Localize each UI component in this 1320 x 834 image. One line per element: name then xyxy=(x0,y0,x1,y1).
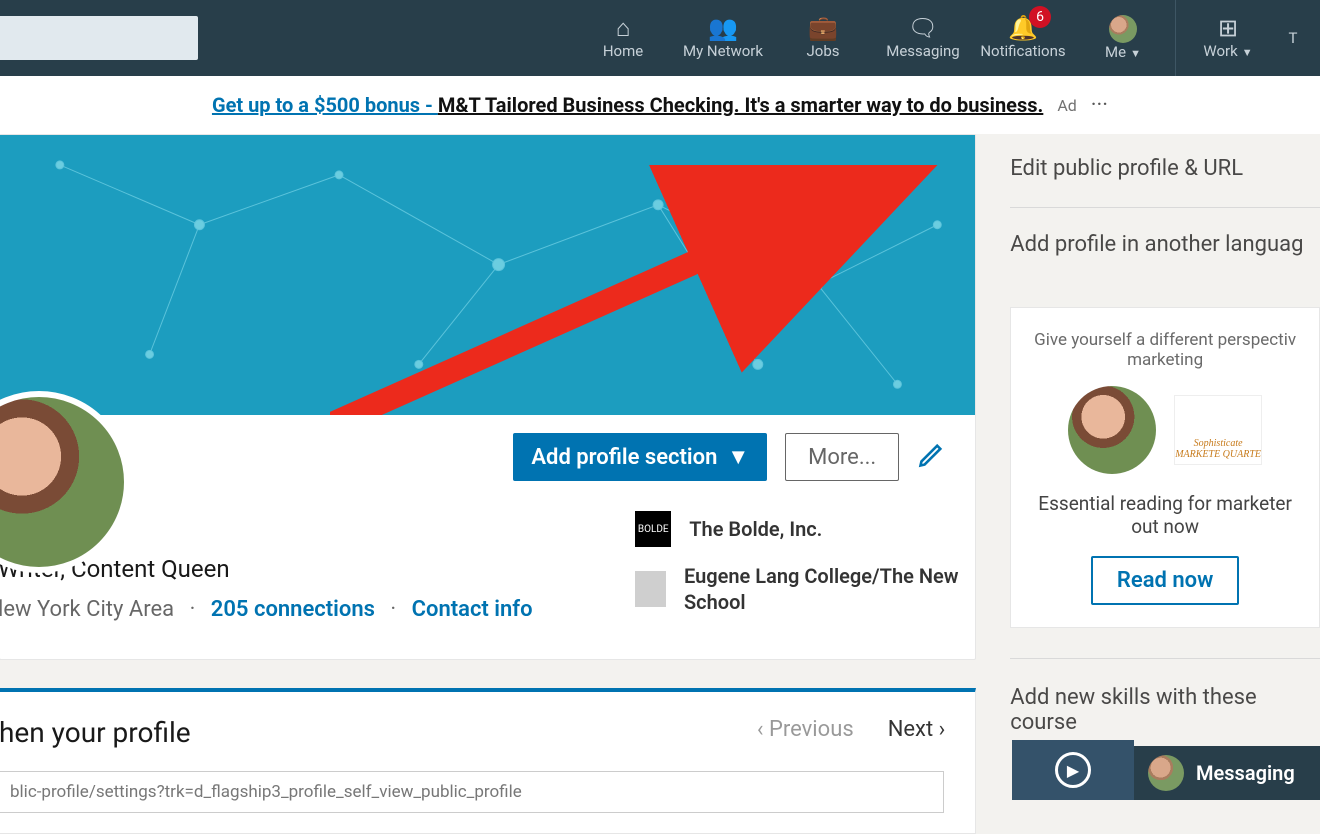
nav-label: My Network xyxy=(683,42,763,60)
skills-heading: Add new skills with these course xyxy=(1010,658,1320,735)
nav-work[interactable]: ⊞ Work ▼ xyxy=(1178,0,1278,76)
ad-bar: Get up to a $500 bonus - M&T Tailored Bu… xyxy=(0,76,1320,134)
school-logo xyxy=(635,571,666,607)
nav-notifications[interactable]: 🔔 6 Notifications xyxy=(973,0,1073,76)
nav-label: Notifications xyxy=(980,42,1065,60)
more-button[interactable]: More... xyxy=(785,433,899,481)
promo-subtitle: Essential reading for marketer out now xyxy=(1027,492,1303,538)
url-input[interactable] xyxy=(0,771,944,813)
chevron-down-icon: ▼ xyxy=(727,444,749,470)
add-section-button[interactable]: Add profile section ▼ xyxy=(513,433,767,481)
play-icon: ▶ xyxy=(1055,752,1091,788)
add-language-link[interactable]: Add profile in another languag xyxy=(1010,230,1320,283)
profile-location: lew York City Area xyxy=(0,597,174,622)
video-thumbnail[interactable]: ▶ xyxy=(1012,740,1134,800)
profile-headline: Writer, Content Queen xyxy=(0,555,635,583)
avatar-icon xyxy=(1148,755,1184,791)
ad-link[interactable]: Get up to a $500 bonus - xyxy=(212,93,438,117)
messaging-dock[interactable]: Messaging xyxy=(1134,746,1320,800)
pencil-icon[interactable] xyxy=(917,441,945,473)
promo-message: Give yourself a different perspectiv mar… xyxy=(1027,330,1303,370)
nav-separator xyxy=(1175,0,1176,76)
nav-label: Jobs xyxy=(807,42,840,60)
promo-logo: Sophisticate MARKETE QUARTE xyxy=(1174,395,1262,465)
read-now-button[interactable]: Read now xyxy=(1091,556,1239,605)
company-item[interactable]: BOLDE The Bolde, Inc. xyxy=(635,511,975,547)
ad-menu-icon[interactable]: ··· xyxy=(1091,93,1108,118)
nav-me[interactable]: Me ▼ xyxy=(1073,0,1173,76)
avatar-icon xyxy=(1109,15,1137,43)
nav-label: Messaging xyxy=(886,42,959,60)
strengthen-card: hen your profile ‹ Previous Next › xyxy=(0,688,976,834)
notif-badge: 6 xyxy=(1029,6,1051,28)
nav-label: Home xyxy=(603,42,643,60)
connections-link[interactable]: 205 connections xyxy=(211,597,375,622)
promo-avatar xyxy=(1068,386,1156,474)
nav-extra[interactable]: T xyxy=(1278,0,1308,76)
nav-label: Me xyxy=(1105,43,1126,61)
contact-info-link[interactable]: Contact info xyxy=(412,597,533,622)
top-nav: ⌂ Home 👥 My Network 💼 Jobs 🗨 Messaging 🔔… xyxy=(0,0,1320,76)
cover-image xyxy=(0,135,975,415)
ad-text[interactable]: M&T Tailored Business Checking. It's a s… xyxy=(438,93,1043,117)
edit-public-profile-link[interactable]: Edit public profile & URL xyxy=(1010,154,1320,208)
briefcase-icon: 💼 xyxy=(808,16,838,40)
promo-card: Give yourself a different perspectiv mar… xyxy=(1010,307,1320,628)
nav-jobs[interactable]: 💼 Jobs xyxy=(773,0,873,76)
chevron-down-icon: ▼ xyxy=(1130,47,1141,60)
prev-button[interactable]: ‹ Previous xyxy=(757,717,854,742)
next-button[interactable]: Next › xyxy=(888,717,946,742)
grid-icon: ⊞ xyxy=(1218,16,1238,40)
home-icon: ⌂ xyxy=(616,16,631,40)
profile-card: Add profile section ▼ More... er Still W… xyxy=(0,134,976,660)
school-item[interactable]: Eugene Lang College/The New School xyxy=(635,563,975,615)
chevron-down-icon: ▼ xyxy=(1242,46,1253,59)
nav-messaging[interactable]: 🗨 Messaging xyxy=(873,0,973,76)
search-input[interactable] xyxy=(0,16,198,60)
dock-label: Messaging xyxy=(1196,761,1295,785)
annotation-arrow xyxy=(330,165,975,415)
ad-tag: Ad xyxy=(1057,96,1076,115)
people-icon: 👥 xyxy=(708,16,738,40)
nav-network[interactable]: 👥 My Network xyxy=(673,0,773,76)
chat-icon: 🗨 xyxy=(908,16,938,40)
nav-label: Work xyxy=(1203,42,1237,60)
nav-home[interactable]: ⌂ Home xyxy=(573,0,673,76)
company-logo: BOLDE xyxy=(635,511,671,547)
